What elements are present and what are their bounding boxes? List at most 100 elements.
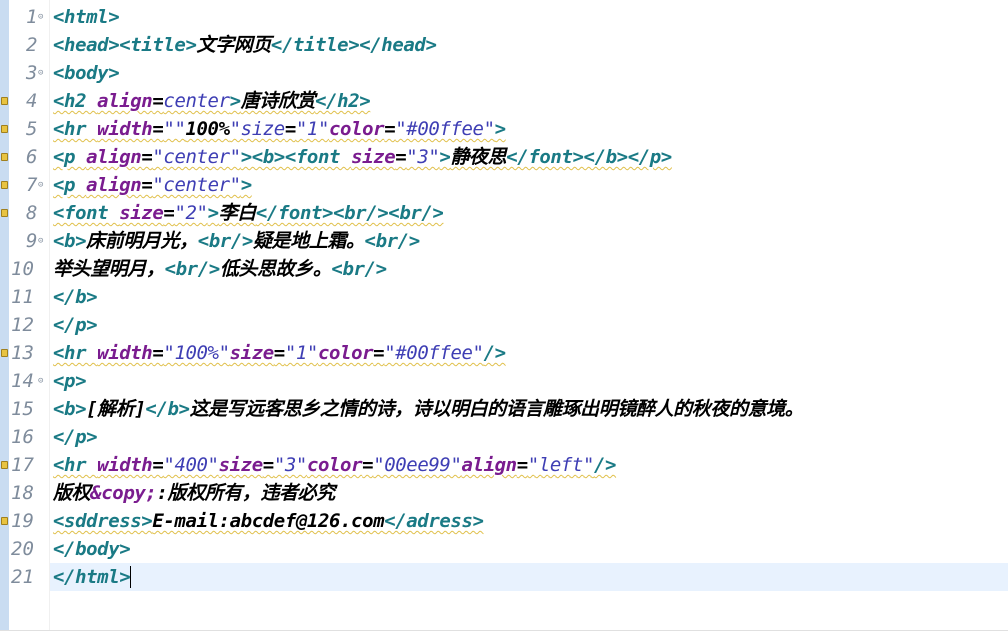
tag-token: >: [229, 90, 241, 112]
fold-toggle-icon[interactable]: ⊝: [38, 367, 43, 395]
text-token: 文字网页: [196, 34, 272, 56]
tag-token: </html>: [53, 566, 131, 588]
code-line[interactable]: <sddress>E-mail:abcdef@126.com</adress>: [53, 507, 484, 535]
code-line[interactable]: <html>: [53, 3, 120, 31]
code-line[interactable]: 举头望明月，<br/>低头思故乡。<br/>: [53, 255, 387, 283]
line-number: 21: [11, 566, 34, 588]
tag-token: </p>: [53, 426, 98, 448]
string-token: "3": [273, 454, 308, 476]
tag-token: <br/>: [331, 258, 387, 280]
warning-icon[interactable]: [1, 461, 8, 469]
tag-token: </title></head>: [270, 34, 437, 56]
text-token: 静夜思: [450, 146, 507, 168]
attribute-token: width: [97, 454, 153, 476]
text-token: :版权所有，违者必究: [156, 482, 335, 504]
code-line[interactable]: <h2 align=center>唐诗欣赏</h2>: [53, 87, 371, 115]
tag-token: >: [240, 174, 252, 196]
string-token: "size: [229, 118, 286, 140]
code-line[interactable]: <font size="2">李白</font><br/><br/>: [53, 199, 444, 227]
tag-token: <br/>: [364, 230, 421, 252]
warning-icon[interactable]: [1, 153, 8, 161]
code-editor[interactable]: 1 ⊝ <html> 2 <head><title>文字网页</title></head…: [0, 0, 1008, 631]
code-line[interactable]: <p align="center">: [53, 171, 252, 199]
text-token: 疑是地上霜。: [252, 230, 365, 252]
tag-token: >: [439, 146, 451, 168]
text-token: 100%: [185, 118, 230, 140]
tag-token: </b>: [53, 286, 98, 308]
warning-icon[interactable]: [1, 181, 8, 189]
code-line[interactable]: <body>: [53, 59, 120, 87]
text-token: =: [152, 342, 164, 364]
code-line[interactable]: <hr width=""100%"size="1"color="#00ffee"…: [53, 115, 506, 143]
text-token: =: [362, 454, 374, 476]
text-token: [解析]: [86, 398, 146, 420]
fold-toggle-icon[interactable]: ⊝: [38, 3, 43, 31]
code-line[interactable]: </b>: [53, 283, 98, 311]
tag-token: </font></b></p>: [506, 146, 672, 168]
tag-token: ><b><font: [240, 146, 352, 168]
string-token: "100%": [163, 342, 230, 364]
attribute-token: color: [317, 342, 374, 364]
code-line[interactable]: </html>: [53, 563, 131, 591]
text-token: =: [152, 90, 164, 112]
string-token: "3": [406, 146, 440, 168]
string-token: "#00ffee": [384, 342, 484, 364]
text-token: 这是写远客思乡之情的诗，诗以明白的语言雕琢出明镜醉人的秋夜的意境。: [189, 398, 804, 420]
tag-token: </p>: [53, 314, 98, 336]
line-number: 6: [26, 146, 38, 168]
code-line[interactable]: </p>: [53, 311, 98, 339]
attribute-token: size: [119, 202, 164, 224]
warning-icon[interactable]: [1, 209, 8, 217]
tag-token: <h2: [53, 90, 98, 112]
text-token: 版权: [53, 482, 91, 504]
attribute-token: size: [218, 454, 264, 476]
tag-token: <br/>: [164, 258, 221, 280]
attribute-token: size: [351, 146, 396, 168]
attribute-token: width: [97, 118, 153, 140]
text-token: =: [141, 174, 153, 196]
tag-token: <br/>: [197, 230, 254, 252]
line-number: 15: [11, 398, 34, 420]
code-line[interactable]: </p>: [53, 423, 98, 451]
text-token: =: [516, 454, 528, 476]
string-token: "2": [174, 202, 208, 224]
entity-token: &copy;: [90, 482, 157, 504]
tag-token: >: [494, 118, 506, 140]
string-token: "1": [284, 342, 319, 364]
code-line[interactable]: <b>床前明月光，<br/>疑是地上霜。<br/>: [53, 227, 420, 255]
warning-icon[interactable]: [1, 349, 8, 357]
text-token: 唐诗欣赏: [240, 90, 316, 112]
line-number: 16: [11, 426, 34, 448]
code-line[interactable]: <p align="center"><b><font size="3">静夜思<…: [53, 143, 672, 171]
warning-icon[interactable]: [1, 97, 8, 105]
line-number: 10: [11, 258, 34, 280]
text-token: 李白: [218, 202, 257, 224]
string-token: "left": [527, 454, 595, 476]
tag-token: <body>: [53, 62, 120, 84]
line-number: 4: [26, 90, 38, 112]
code-line[interactable]: <b>[解析]</b>这是写远客思乡之情的诗，诗以明白的语言雕琢出明镜醉人的秋夜…: [53, 395, 804, 423]
tag-token: />: [593, 454, 617, 476]
code-line[interactable]: </body>: [53, 535, 131, 563]
attribute-token: align: [461, 454, 518, 476]
tag-token: >: [207, 202, 219, 224]
line-number: 12: [11, 314, 34, 336]
code-line[interactable]: <hr width="400"size="3"color="00ee99"ali…: [53, 451, 616, 479]
code-line[interactable]: 版权&copy;:版权所有，违者必究: [53, 479, 335, 507]
code-line[interactable]: <hr width="100%"size="1"color="#00ffee"/…: [53, 339, 506, 367]
fold-toggle-icon[interactable]: ⊝: [38, 227, 43, 255]
code-line[interactable]: <head><title>文字网页</title></head>: [53, 31, 437, 59]
line-number: 2: [26, 34, 38, 56]
code-line[interactable]: <p>: [53, 367, 87, 395]
string-token: "1": [295, 118, 330, 140]
tag-token: <p: [53, 174, 87, 196]
line-number: 13: [11, 342, 34, 364]
text-token: 举头望明月，: [53, 258, 165, 280]
line-number: 14: [11, 370, 34, 392]
warning-icon[interactable]: [1, 125, 8, 133]
line-number: 8: [26, 202, 38, 224]
warning-icon[interactable]: [1, 517, 8, 525]
fold-toggle-icon[interactable]: ⊝: [38, 171, 43, 199]
text-token: =: [384, 118, 396, 140]
fold-toggle-icon[interactable]: ⊝: [38, 59, 43, 87]
